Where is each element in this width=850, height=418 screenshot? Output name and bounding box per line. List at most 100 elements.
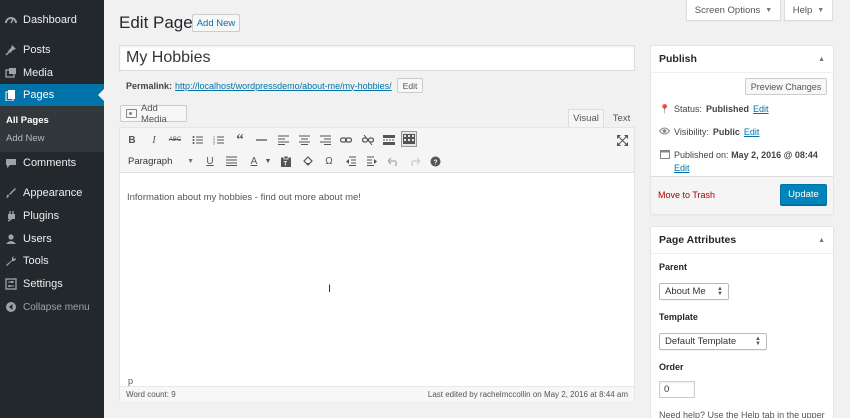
editor-content[interactable]: Information about my hobbies - find out …	[127, 192, 361, 203]
post-title-input[interactable]: My Hobbies	[119, 45, 635, 71]
sidebar-item-settings[interactable]: Settings	[0, 273, 104, 295]
screen-options-tab[interactable]: Screen Options ▼	[686, 0, 781, 21]
sidebar-item-label: Users	[23, 233, 52, 245]
format-select[interactable]: Paragraph ▼	[126, 154, 196, 168]
submenu-add-new[interactable]: Add New	[6, 133, 45, 144]
svg-text:T: T	[284, 161, 288, 167]
parent-select[interactable]: About Me ▲ ▼	[659, 283, 729, 300]
align-left-icon[interactable]	[275, 132, 291, 148]
sidebar-item-label: Pages	[23, 89, 55, 101]
paste-text-icon[interactable]: T	[278, 153, 294, 169]
add-new-page-button[interactable]: Add New	[192, 14, 240, 32]
permalink-label: Permalink:	[126, 80, 173, 91]
caret-down-icon: ▼	[817, 6, 825, 14]
plugin-icon	[4, 209, 18, 223]
status-edit-link[interactable]: Edit	[753, 104, 769, 114]
published-label: Published on:	[674, 150, 729, 160]
preview-changes-button[interactable]: Preview Changes	[745, 78, 827, 95]
update-button[interactable]: Update	[780, 184, 827, 205]
special-character-icon[interactable]: Ω	[321, 153, 337, 169]
sidebar-item-dashboard[interactable]: Dashboard	[0, 9, 104, 31]
admin-sidebar: Dashboard Posts Media Pages All Pages Ad…	[0, 0, 104, 418]
pin-icon	[4, 43, 18, 57]
caret-down-icon: ▼	[765, 6, 773, 14]
undo-icon[interactable]	[385, 153, 401, 169]
permalink-link[interactable]: http://localhost/wordpressdemo/about-me/…	[175, 81, 392, 91]
sidebar-item-plugins[interactable]: Plugins	[0, 205, 104, 227]
redo-icon[interactable]	[406, 153, 422, 169]
caret-down-icon: ▼	[187, 157, 194, 165]
strikethrough-icon[interactable]: ABC	[167, 132, 183, 148]
horizontal-line-icon[interactable]	[253, 132, 269, 148]
bullet-list-icon[interactable]	[189, 132, 205, 148]
visibility-edit-link[interactable]: Edit	[744, 127, 760, 137]
text-color-dropdown-icon[interactable]: ▼	[260, 153, 276, 169]
svg-text:3: 3	[213, 142, 215, 146]
content-editor: B I ABC 123 “ Paragraph ▼ U A ▼ T Ω ? In…	[119, 127, 635, 401]
clear-formatting-icon[interactable]	[300, 153, 316, 169]
blockquote-icon[interactable]: “	[232, 132, 248, 148]
justify-icon[interactable]	[223, 153, 239, 169]
sidebar-item-label: Dashboard	[23, 14, 77, 26]
page-attributes-title: Page Attributes	[659, 234, 737, 246]
wrench-icon	[4, 254, 18, 268]
read-more-icon[interactable]	[381, 132, 397, 148]
sidebar-item-label: Settings	[23, 278, 63, 290]
permalink-base: http://localhost/wordpressdemo/about-me/	[175, 80, 343, 91]
select-arrows-icon: ▲ ▼	[755, 335, 761, 347]
add-media-label: Add Media	[140, 102, 167, 125]
sidebar-item-label: Media	[23, 67, 53, 79]
visibility-label: Visibility:	[674, 127, 709, 137]
permalink-row: Permalink: http://localhost/wordpressdem…	[126, 78, 424, 93]
help-tab[interactable]: Help ▼	[784, 0, 833, 21]
page-attributes-header[interactable]: Page Attributes ▲	[651, 227, 833, 254]
sidebar-item-label: Plugins	[23, 210, 60, 222]
format-select-value: Paragraph	[128, 155, 173, 167]
keyboard-shortcuts-icon[interactable]: ?	[427, 153, 443, 169]
published-edit-link[interactable]: Edit	[674, 163, 690, 173]
add-media-button[interactable]: Add Media	[120, 102, 187, 125]
editor-status-bar: Word count: 9 Last edited by rachelmccol…	[120, 386, 634, 401]
sidebar-item-posts[interactable]: Posts	[0, 39, 104, 61]
italic-icon[interactable]: I	[146, 132, 162, 148]
bold-icon[interactable]: B	[124, 132, 140, 148]
sidebar-item-appearance[interactable]: Appearance	[0, 182, 104, 204]
publish-header[interactable]: Publish ▲	[651, 46, 833, 73]
submenu-all-pages[interactable]: All Pages	[6, 115, 49, 126]
template-select-value: Default Template	[665, 336, 737, 347]
permalink-slug: my-hobbies	[342, 80, 390, 91]
visibility-value: Public	[712, 127, 740, 137]
parent-select-value: About Me	[665, 286, 706, 297]
permalink-edit-button[interactable]: Edit	[396, 78, 424, 93]
tab-text[interactable]: Text	[608, 109, 635, 127]
screen-options-label: Screen Options	[694, 4, 761, 16]
unlink-icon[interactable]	[360, 132, 376, 148]
align-right-icon[interactable]	[317, 132, 333, 148]
sidebar-item-comments[interactable]: Comments	[0, 152, 104, 174]
sidebar-item-pages[interactable]: Pages	[0, 84, 104, 106]
collapse-arrow-icon[interactable]: ▲	[818, 237, 825, 244]
sidebar-item-label: Comments	[23, 157, 77, 169]
outdent-icon[interactable]	[342, 153, 358, 169]
link-icon[interactable]	[338, 132, 354, 148]
tab-visual[interactable]: Visual	[568, 109, 604, 127]
user-icon	[4, 232, 18, 246]
sidebar-item-label: Appearance	[23, 187, 83, 199]
sidebar-item-tools[interactable]: Tools	[0, 250, 104, 272]
settings-icon	[4, 277, 18, 291]
fullscreen-icon[interactable]	[614, 132, 630, 148]
collapse-menu-button[interactable]: Collapse menu	[0, 296, 104, 318]
move-to-trash-link[interactable]: Move to Trash	[658, 190, 715, 200]
indent-icon[interactable]	[364, 153, 380, 169]
collapse-arrow-icon[interactable]: ▲	[818, 56, 825, 63]
toolbar-toggle-icon[interactable]	[401, 131, 417, 147]
order-input[interactable]: 0	[659, 381, 695, 398]
sidebar-item-users[interactable]: Users	[0, 228, 104, 250]
numbered-list-icon[interactable]: 123	[210, 132, 226, 148]
template-select[interactable]: Default Template ▲ ▼	[659, 333, 767, 350]
sidebar-item-media[interactable]: Media	[0, 62, 104, 84]
align-center-icon[interactable]	[296, 132, 312, 148]
sidebar-item-label: Tools	[23, 255, 49, 267]
underline-icon[interactable]: U	[202, 153, 218, 169]
editor-toolbar: B I ABC 123 “ Paragraph ▼ U A ▼ T Ω ?	[120, 128, 634, 173]
